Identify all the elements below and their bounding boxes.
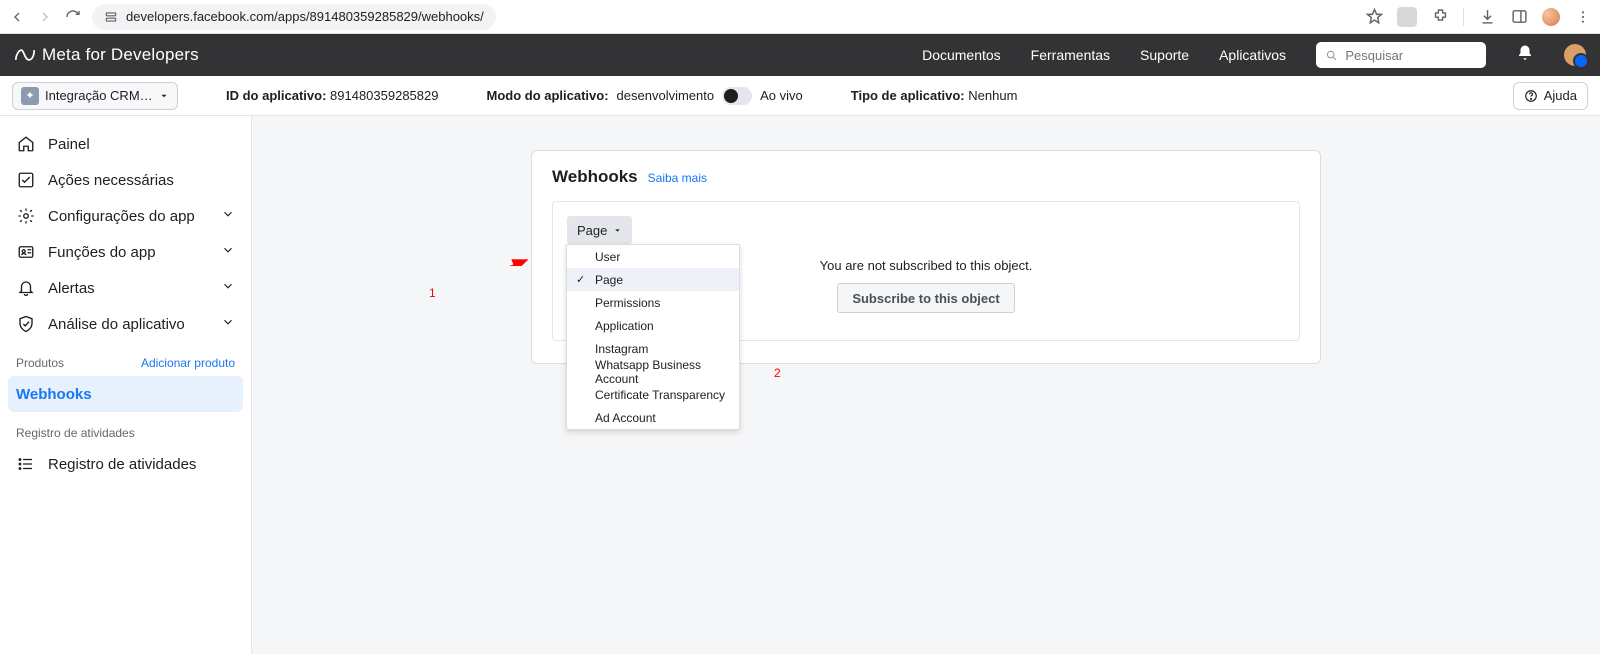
app-selector[interactable]: ✦ Integração CRM Edu... — [12, 82, 178, 110]
mode-toggle[interactable] — [722, 87, 752, 105]
object-dropdown: UserPagePermissionsApplicationInstagramW… — [566, 244, 740, 430]
help-icon — [1524, 89, 1538, 103]
nav-tools[interactable]: Ferramentas — [1031, 47, 1110, 63]
app-info-bar: ✦ Integração CRM Edu... ID do aplicativo… — [0, 76, 1600, 116]
meta-topbar: Meta for Developers Documentos Ferrament… — [0, 34, 1600, 76]
user-avatar[interactable] — [1564, 44, 1586, 66]
dropdown-option-whatsapp-business-account[interactable]: Whatsapp Business Account — [567, 360, 739, 383]
site-settings-icon — [104, 10, 118, 24]
dropdown-option-ad-account[interactable]: Ad Account — [567, 406, 739, 429]
subscribe-button[interactable]: Subscribe to this object — [837, 283, 1014, 313]
dropdown-option-permissions[interactable]: Permissions — [567, 291, 739, 314]
dropdown-option-application[interactable]: Application — [567, 314, 739, 337]
sidebar-item-config[interactable]: Configurações do app — [8, 198, 243, 234]
sidebar-item-painel[interactable]: Painel — [8, 126, 243, 162]
annotation-2: 2 — [774, 366, 781, 380]
object-selector-button[interactable]: Page — [567, 216, 632, 244]
content-area: Webhooks Saiba mais Page UserPagePermiss… — [252, 116, 1600, 654]
brand-text: Meta for Developers — [42, 45, 199, 65]
extensions-icon[interactable] — [1431, 8, 1449, 26]
gear-icon — [16, 207, 36, 225]
forward-icon[interactable] — [36, 8, 54, 26]
app-id: ID do aplicativo: 891480359285829 — [226, 88, 438, 103]
add-product-link[interactable]: Adicionar produto — [141, 356, 235, 370]
list-icon — [16, 455, 36, 473]
dropdown-option-page[interactable]: Page — [567, 268, 739, 291]
webhooks-panel: Page UserPagePermissionsApplicationInsta… — [552, 201, 1300, 341]
sidebar: Painel Ações necessárias Configurações d… — [0, 116, 252, 654]
kebab-icon[interactable] — [1574, 8, 1592, 26]
divider — [1463, 8, 1464, 26]
meta-logo — [14, 44, 36, 66]
search-box[interactable] — [1316, 42, 1486, 68]
download-icon[interactable] — [1478, 8, 1496, 26]
bell-icon[interactable] — [1516, 44, 1534, 67]
nav-docs[interactable]: Documentos — [922, 47, 1001, 63]
browser-chrome: developers.facebook.com/apps/89148035928… — [0, 0, 1600, 34]
sidebar-item-analise[interactable]: Análise do aplicativo — [8, 306, 243, 342]
reload-icon[interactable] — [64, 8, 82, 26]
app-icon: ✦ — [21, 87, 39, 105]
annotation-1: 1 — [429, 286, 436, 300]
sidepanel-icon[interactable] — [1510, 8, 1528, 26]
learn-more-link[interactable]: Saiba mais — [648, 171, 707, 185]
chevron-down-icon — [221, 279, 235, 297]
app-mode: Modo do aplicativo: desenvolvimento Ao v… — [486, 87, 802, 105]
sidebar-item-registro[interactable]: Registro de atividades — [8, 446, 243, 482]
nav-apps[interactable]: Aplicativos — [1219, 47, 1286, 63]
chevron-down-icon — [221, 243, 235, 261]
brand[interactable]: Meta for Developers — [14, 44, 199, 66]
home-icon — [16, 135, 36, 153]
shield-check-icon — [16, 315, 36, 333]
checklist-icon — [16, 171, 36, 189]
app-name: Integração CRM Edu... — [45, 88, 153, 103]
help-button[interactable]: Ajuda — [1513, 82, 1588, 110]
sidebar-group-registro: Registro de atividades — [8, 412, 243, 446]
chevron-down-icon — [221, 315, 235, 333]
url-text: developers.facebook.com/apps/89148035928… — [126, 9, 484, 24]
search-input[interactable] — [1345, 48, 1476, 63]
sidebar-item-webhooks[interactable]: Webhooks — [8, 376, 243, 412]
sidebar-group-produtos: Produtos Adicionar produto — [8, 342, 243, 376]
chevron-down-icon — [221, 207, 235, 225]
nav-support[interactable]: Suporte — [1140, 47, 1189, 63]
app-type: Tipo de aplicativo: Nenhum — [851, 88, 1018, 103]
address-bar[interactable]: developers.facebook.com/apps/89148035928… — [92, 4, 496, 30]
mastodon-icon[interactable] — [1397, 7, 1417, 27]
caret-down-icon — [159, 91, 169, 101]
star-icon[interactable] — [1365, 8, 1383, 26]
dropdown-option-user[interactable]: User — [567, 245, 739, 268]
bell-icon — [16, 279, 36, 297]
sidebar-item-funcoes[interactable]: Funções do app — [8, 234, 243, 270]
id-icon — [16, 243, 36, 261]
dropdown-option-certificate-transparency[interactable]: Certificate Transparency — [567, 383, 739, 406]
card-title: Webhooks — [552, 167, 638, 187]
webhooks-card: Webhooks Saiba mais Page UserPagePermiss… — [531, 150, 1321, 364]
back-icon[interactable] — [8, 8, 26, 26]
search-icon — [1326, 49, 1337, 62]
caret-down-icon — [613, 226, 622, 235]
profile-avatar[interactable] — [1542, 8, 1560, 26]
sidebar-item-alertas[interactable]: Alertas — [8, 270, 243, 306]
sidebar-item-acoes[interactable]: Ações necessárias — [8, 162, 243, 198]
annotation-overlay — [252, 116, 552, 266]
